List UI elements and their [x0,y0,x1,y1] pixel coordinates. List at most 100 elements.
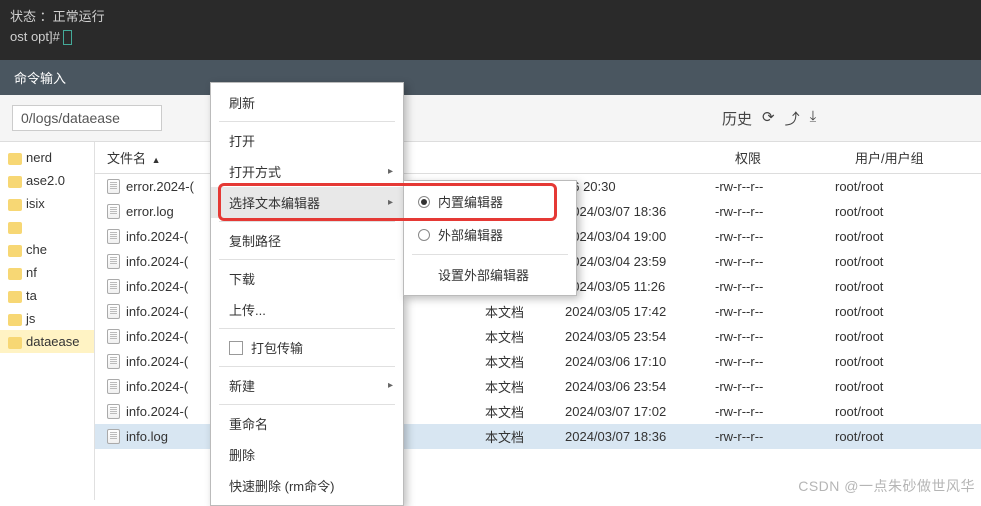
folder-icon [8,337,22,349]
radio-icon [418,229,430,241]
folder-icon [8,314,22,326]
file-user: root/root [835,304,955,319]
file-user: root/root [835,329,955,344]
file-icon [107,229,120,244]
file-date: 2024/03/04 23:59 [565,254,715,269]
file-date: 2024/03/04 19:00 [565,229,715,244]
file-icon [107,329,120,344]
sidebar-item[interactable]: isix [0,192,94,215]
file-icon [107,279,120,294]
file-user: root/root [835,429,955,444]
menu-quick-delete[interactable]: 快速删除 (rm命令) [211,470,403,501]
path-bar: 0/logs/dataease 历史 ⟳ ⤴ ⤓ [0,95,981,142]
file-date: 2024/03/05 17:42 [565,304,715,319]
menu-upload[interactable]: 上传... [211,294,403,325]
folder-icon [8,153,22,165]
file-user: root/root [835,354,955,369]
file-date: 2024/03/07 17:02 [565,404,715,419]
file-type: 本文档 [485,302,565,321]
sidebar-item[interactable]: nerd [0,146,94,169]
sidebar-item[interactable] [0,215,94,238]
file-perm: -rw-r--r-- [715,204,835,219]
menu-open[interactable]: 打开 [211,125,403,156]
submenu-set-external[interactable]: 设置外部编辑器 [404,258,576,291]
folder-tree[interactable]: nerdase2.0isix chenftajsdataease [0,142,95,500]
file-date: 2024/03/05 11:26 [565,279,715,294]
command-input-bar[interactable]: 命令输入 [0,60,981,95]
file-date: 2024/03/07 18:36 [565,429,715,444]
path-input[interactable]: 0/logs/dataease [12,105,162,131]
menu-open-with[interactable]: 打开方式 [211,156,403,187]
download-icon[interactable]: ⤓ [810,108,817,129]
refresh-icon[interactable]: ⟳ [762,108,775,129]
folder-icon [8,291,22,303]
file-icon [107,429,120,444]
submenu-internal-editor[interactable]: 内置编辑器 [404,185,576,218]
col-date[interactable] [585,148,735,167]
terminal-prompt: ost opt]# [10,29,971,45]
file-perm: -rw-r--r-- [715,379,835,394]
file-name: info.2024-( [126,304,188,319]
file-perm: -rw-r--r-- [715,279,835,294]
editor-submenu[interactable]: 内置编辑器 外部编辑器 设置外部编辑器 [403,180,577,296]
menu-refresh[interactable]: 刷新 [211,87,403,118]
radio-icon [418,196,430,208]
file-perm: -rw-r--r-- [715,354,835,369]
sidebar-item[interactable]: ase2.0 [0,169,94,192]
checkbox-icon [229,341,243,355]
cursor-icon [63,30,72,45]
file-icon [107,254,120,269]
file-name: info.2024-( [126,379,188,394]
history-label[interactable]: 历史 [722,108,752,129]
file-perm: -rw-r--r-- [715,229,835,244]
menu-rename[interactable]: 重命名 [211,408,403,439]
col-perm[interactable]: 权限 [735,148,855,167]
sidebar-item[interactable]: ta [0,284,94,307]
menu-copy-path[interactable]: 复制路径 [211,225,403,256]
terminal-status: 状态 ：正常运行 [10,6,971,25]
folder-icon [8,222,22,234]
menu-archive[interactable]: 打包传输 [211,332,403,363]
folder-icon [8,268,22,280]
folder-icon [8,199,22,211]
file-name: error.2024-( [126,179,194,194]
file-user: root/root [835,179,955,194]
menu-delete[interactable]: 删除 [211,439,403,470]
file-user: root/root [835,379,955,394]
sidebar-item[interactable]: js [0,307,94,330]
file-icon [107,354,120,369]
file-name: info.2024-( [126,354,188,369]
file-icon [107,379,120,394]
file-date: 06 20:30 [565,179,715,194]
terminal-output: 状态 ：正常运行 ost opt]# [0,0,981,60]
file-date: 2024/03/06 23:54 [565,379,715,394]
file-name: info.2024-( [126,329,188,344]
file-name: info.2024-( [126,279,188,294]
file-perm: -rw-r--r-- [715,329,835,344]
sidebar-item[interactable]: dataease [0,330,94,353]
file-user: root/root [835,254,955,269]
file-name: info.2024-( [126,254,188,269]
file-name: info.2024-( [126,229,188,244]
file-type: 本文档 [485,427,565,446]
folder-icon [8,176,22,188]
file-type: 本文档 [485,352,565,371]
menu-select-editor[interactable]: 选择文本编辑器 [211,187,403,218]
submenu-external-editor[interactable]: 外部编辑器 [404,218,576,251]
context-menu[interactable]: 刷新 打开 打开方式 选择文本编辑器 复制路径 下载 上传... 打包传输 新建… [210,82,404,506]
file-perm: -rw-r--r-- [715,429,835,444]
menu-download[interactable]: 下载 [211,263,403,294]
upload-icon[interactable]: ⤴ [785,108,800,129]
file-perm: -rw-r--r-- [715,254,835,269]
col-type[interactable] [505,148,585,167]
file-user: root/root [835,204,955,219]
sidebar-item[interactable]: che [0,238,94,261]
sidebar-item[interactable]: nf [0,261,94,284]
file-icon [107,404,120,419]
file-perm: -rw-r--r-- [715,404,835,419]
file-type: 本文档 [485,402,565,421]
menu-new[interactable]: 新建 [211,370,403,401]
col-user[interactable]: 用户/用户组 [855,148,975,167]
file-icon [107,179,120,194]
file-name: error.log [126,204,174,219]
